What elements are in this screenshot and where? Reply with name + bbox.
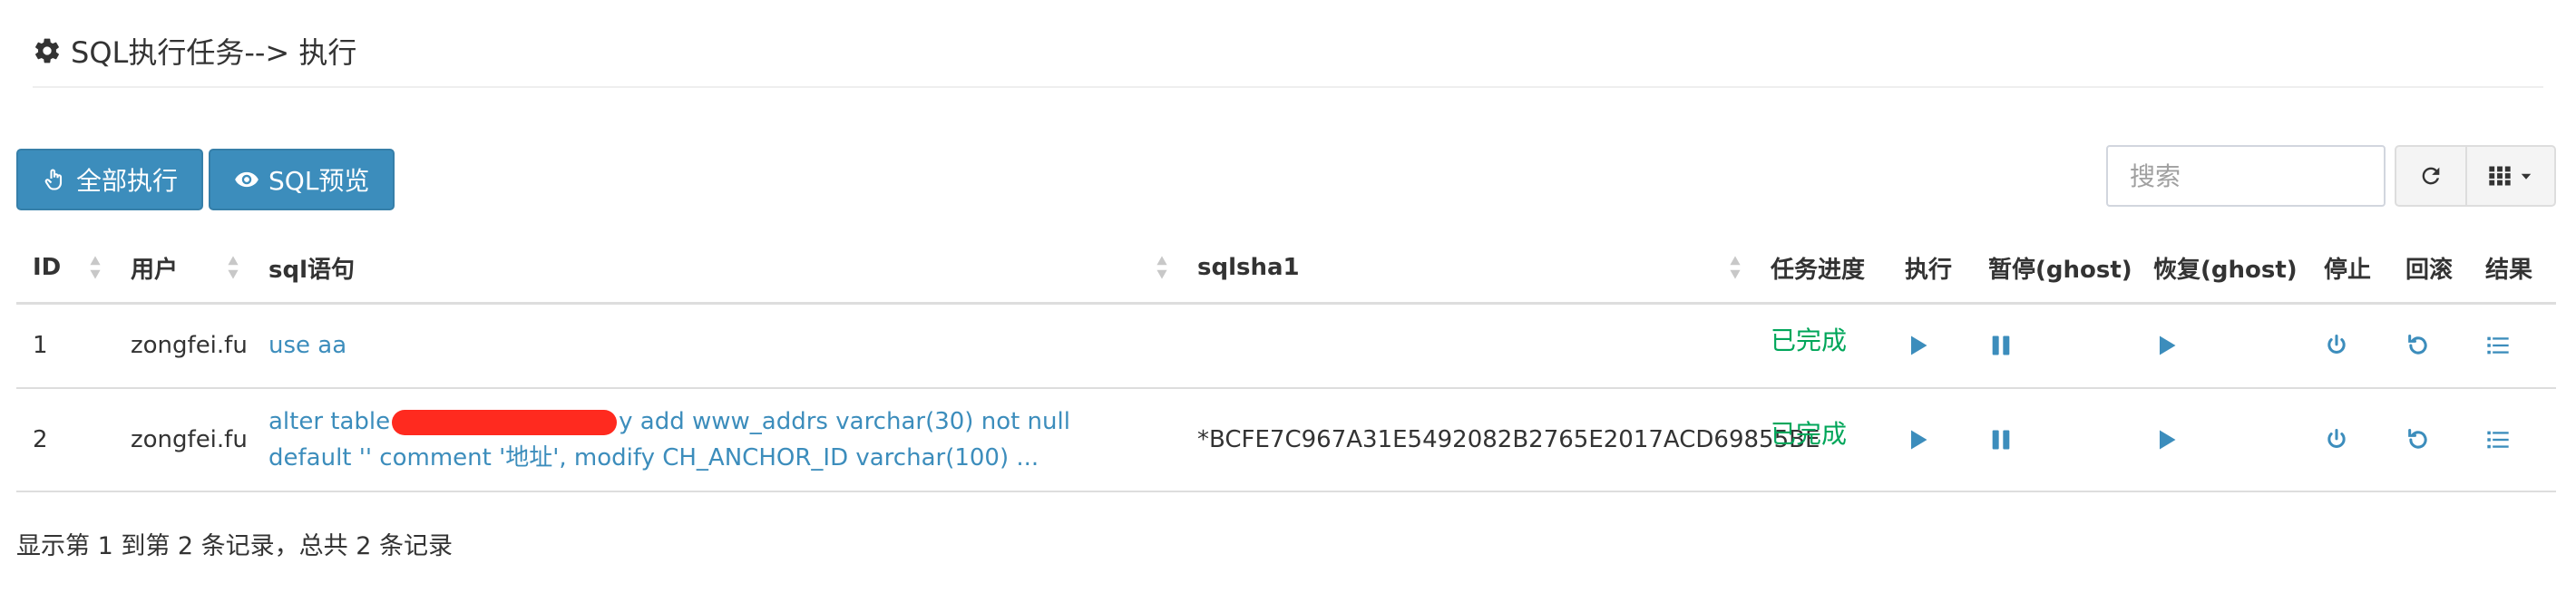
- cell-pause: [1972, 303, 2137, 389]
- col-header-stop: 停止: [2308, 234, 2389, 305]
- play-icon[interactable]: [1905, 333, 1930, 358]
- col-header-rollback: 回滚: [2389, 234, 2469, 305]
- col-header-user[interactable]: 用户: [114, 234, 252, 305]
- cell-id: 1: [16, 303, 114, 389]
- cell-rollback: [2389, 388, 2469, 492]
- cell-stop: [2308, 388, 2389, 492]
- refresh-icon: [2422, 167, 2440, 185]
- power-icon[interactable]: [2324, 333, 2349, 358]
- sql-preview-label: SQL预览: [268, 166, 370, 196]
- caret-down-icon: [2521, 173, 2532, 180]
- task-table: ID 用户 sql语句 sqlsha1 任务进度 执行 暂停(ghost) 恢复…: [16, 234, 2556, 492]
- cell-resume: [2137, 388, 2308, 492]
- columns-toggle-button[interactable]: [2465, 145, 2556, 207]
- cell-sqlsha1: *BCFE7C967A31E5492082B2765E2017ACD69855B…: [1181, 388, 1820, 492]
- status-badge: 已完成: [1771, 419, 1848, 449]
- cell-result: [2469, 303, 2556, 389]
- run-all-button[interactable]: 全部执行: [16, 149, 204, 210]
- col-header-sql[interactable]: sql语句: [252, 234, 1181, 305]
- status-badge: 已完成: [1771, 325, 1848, 355]
- cell-user: zongfei.fu: [114, 303, 252, 389]
- col-header-execute: 执行: [1888, 234, 1972, 305]
- sort-icon: [1156, 256, 1167, 279]
- list-icon[interactable]: [2485, 427, 2511, 452]
- sort-icon: [90, 256, 101, 279]
- cell-progress: 已完成: [1754, 388, 1888, 492]
- sql-statement-link[interactable]: use aa: [268, 332, 346, 359]
- cell-sql: use aa: [252, 303, 1181, 389]
- cell-id: 2: [16, 388, 114, 492]
- table-row: 2 zongfei.fu alter table y add www_addrs …: [16, 388, 2556, 492]
- col-header-resume: 恢复(ghost): [2137, 234, 2308, 305]
- cell-sql: alter table y add www_addrs varchar(30) n…: [252, 388, 1181, 492]
- undo-icon[interactable]: [2405, 427, 2431, 452]
- play-icon[interactable]: [2153, 427, 2179, 452]
- power-icon[interactable]: [2324, 427, 2349, 452]
- cell-execute: [1888, 303, 1972, 389]
- cell-user: zongfei.fu: [114, 388, 252, 492]
- eye-icon: [235, 171, 259, 188]
- cell-resume: [2137, 303, 2308, 389]
- col-header-id[interactable]: ID: [16, 234, 114, 305]
- grid-icon: [2489, 166, 2511, 186]
- cell-execute: [1888, 388, 1972, 492]
- refresh-button[interactable]: [2395, 145, 2467, 207]
- toolbar-left: 全部执行 SQL预览: [16, 149, 395, 210]
- undo-icon[interactable]: [2405, 333, 2431, 358]
- cell-pause: [1972, 388, 2137, 492]
- col-header-result: 结果: [2469, 234, 2556, 305]
- pause-icon[interactable]: [1988, 427, 2014, 452]
- col-header-pause: 暂停(ghost): [1972, 234, 2137, 305]
- gear-icon: [35, 38, 59, 63]
- sort-icon: [228, 256, 239, 279]
- col-header-progress: 任务进度: [1754, 234, 1888, 305]
- cell-sqlsha1: [1181, 303, 1754, 389]
- search-input[interactable]: [2106, 145, 2386, 207]
- header-divider: [33, 86, 2543, 88]
- cell-stop: [2308, 303, 2389, 389]
- toolbar-right: [2106, 145, 2556, 207]
- sql-statement-link[interactable]: alter table y add www_addrs varchar(30) n…: [268, 403, 1121, 476]
- sql-prefix: alter table: [268, 408, 391, 435]
- sql-preview-button[interactable]: SQL预览: [209, 149, 395, 210]
- list-icon[interactable]: [2485, 333, 2511, 358]
- cell-progress: 已完成: [1754, 303, 1888, 389]
- pagination-summary: 显示第 1 到第 2 条记录，总共 2 条记录: [16, 532, 454, 560]
- redaction-mark: [392, 409, 618, 435]
- table-row: 1 zongfei.fu use aa 已完成: [16, 303, 2556, 389]
- sort-icon: [1730, 256, 1741, 279]
- play-icon[interactable]: [2153, 333, 2179, 358]
- hand-pointer-icon: [44, 169, 63, 190]
- page-title: SQL执行任务--> 执行: [71, 35, 357, 70]
- table-header-row: ID 用户 sql语句 sqlsha1 任务进度 执行 暂停(ghost) 恢复…: [16, 234, 2556, 305]
- cell-rollback: [2389, 303, 2469, 389]
- play-icon[interactable]: [1905, 427, 1930, 452]
- cell-result: [2469, 388, 2556, 492]
- page: SQL执行任务--> 执行 全部执行 SQL预览 搜索 ID 用户 sql语句 …: [0, 0, 2576, 593]
- col-header-sqlsha1[interactable]: sqlsha1: [1181, 234, 1754, 305]
- page-header: SQL执行任务--> 执行: [33, 25, 356, 76]
- run-all-label: 全部执行: [76, 166, 179, 196]
- pause-icon[interactable]: [1988, 333, 2014, 358]
